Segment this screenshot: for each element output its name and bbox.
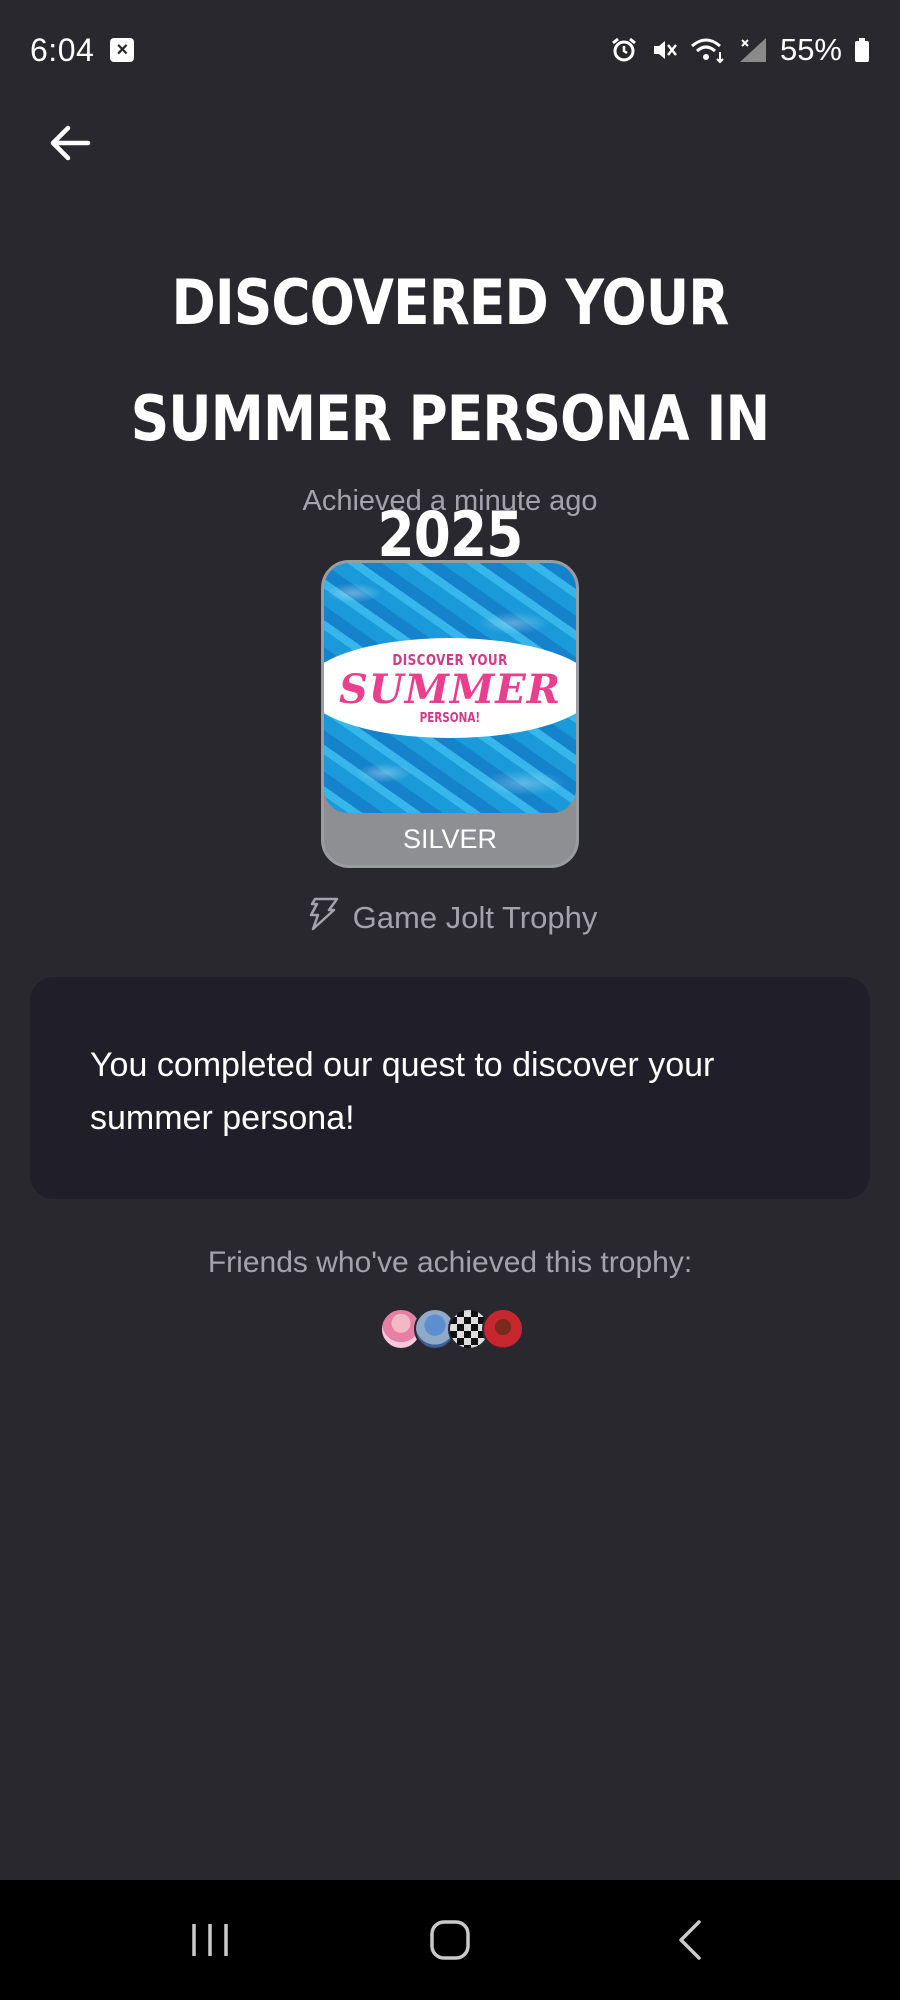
arrow-left-icon <box>50 125 91 161</box>
trophy-tier: SILVER <box>402 824 498 854</box>
banner-line-3: PERSONA! <box>419 710 481 726</box>
battery-icon <box>854 36 870 64</box>
recent-apps-button[interactable] <box>165 1900 255 1980</box>
battery-percent: 55% <box>779 32 842 67</box>
signal-icon <box>738 36 768 64</box>
friends-label: Friends who've achieved this trophy: <box>207 1246 693 1279</box>
wifi-icon <box>690 36 726 64</box>
recent-apps-icon <box>192 1924 228 1956</box>
trophy-card: DISCOVER YOUR SUMMER PERSONA! SILVER <box>321 560 579 868</box>
trophy-description: You completed our quest to discover your… <box>90 1046 715 1137</box>
friends-avatars[interactable] <box>380 1308 524 1350</box>
trophy-image: DISCOVER YOUR SUMMER PERSONA! <box>324 563 576 813</box>
notification-icon: × <box>110 38 135 62</box>
back-button[interactable] <box>40 118 100 168</box>
home-icon <box>430 1920 470 1960</box>
avatar[interactable] <box>482 1308 524 1350</box>
trophy-source-label: Game Jolt Trophy <box>352 900 598 935</box>
mute-icon <box>650 36 678 64</box>
banner-line-1: DISCOVER YOUR <box>392 650 508 669</box>
achieved-time: Achieved a minute ago <box>302 485 598 517</box>
trophy-banner: DISCOVER YOUR SUMMER PERSONA! <box>324 638 576 738</box>
trophy-source: Game Jolt Trophy <box>0 897 900 939</box>
status-bar: 6:04 × 55% <box>0 0 900 100</box>
banner-line-2: SUMMER <box>338 665 562 713</box>
trophy-screen: 6:04 × 55% DISCOVERED YOUR SUMMER PERSON… <box>0 0 900 2000</box>
description-card: You completed our quest to discover your… <box>30 977 870 1199</box>
alarm-icon <box>610 36 638 64</box>
trophy-title: DISCOVERED YOUR SUMMER PERSONA IN 2025 <box>130 266 770 571</box>
game-jolt-icon <box>303 897 339 939</box>
home-button[interactable] <box>405 1900 495 1980</box>
system-nav-bar <box>0 1880 900 2000</box>
chevron-left-icon <box>679 1920 701 1960</box>
system-back-button[interactable] <box>645 1900 735 1980</box>
status-left: 6:04 × <box>30 31 135 69</box>
status-time: 6:04 <box>30 31 95 68</box>
status-right: 55% <box>610 32 870 68</box>
